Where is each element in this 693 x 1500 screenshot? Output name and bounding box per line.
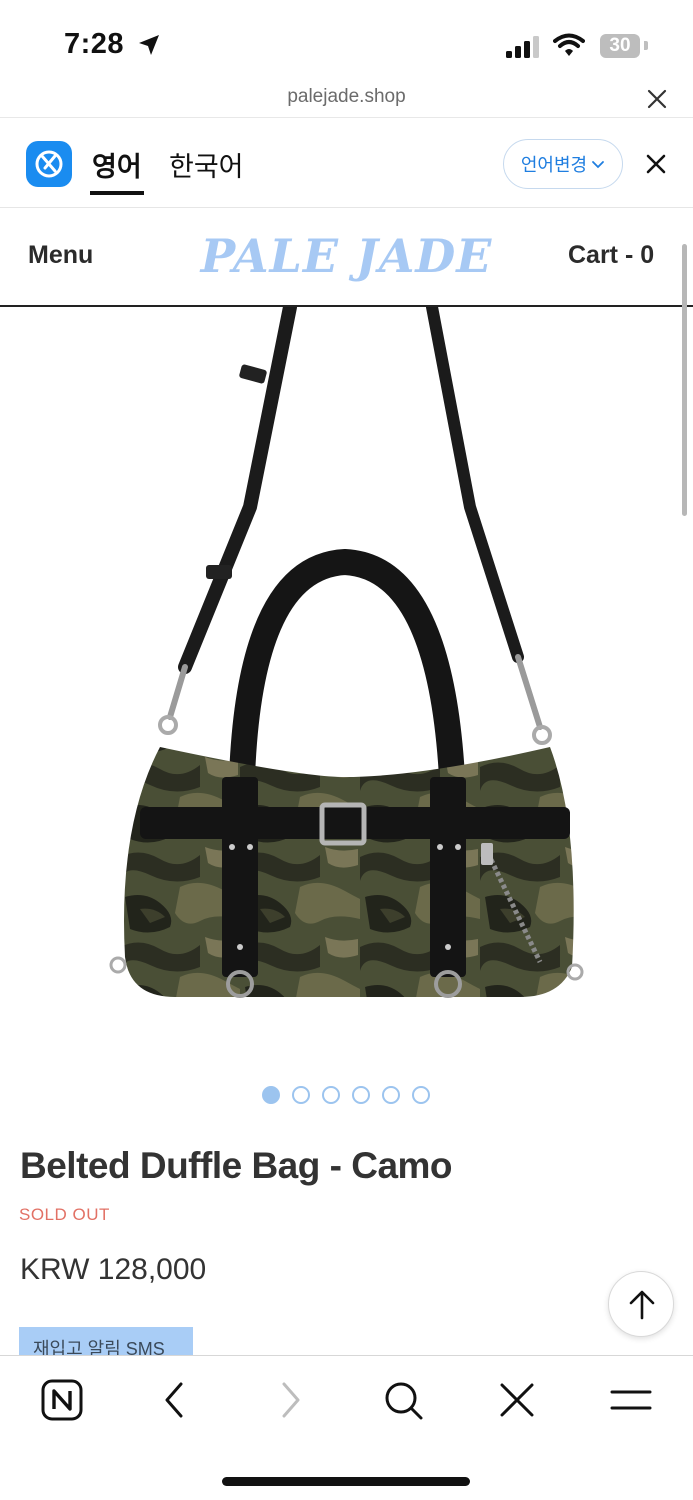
site-header: Menu PALE JADE Cart - 0 <box>0 209 693 307</box>
chevron-down-icon <box>592 161 605 169</box>
carousel-dots <box>262 1086 430 1104</box>
search-icon[interactable] <box>381 1378 425 1422</box>
home-indicator <box>222 1477 470 1486</box>
battery-level: 30 <box>600 34 640 58</box>
close-icon[interactable] <box>646 88 668 110</box>
status-time: 7:28 <box>64 28 125 60</box>
cart-button[interactable]: Cart - 0 <box>568 241 654 270</box>
location-arrow-icon <box>139 35 159 55</box>
restock-sms-label: 재입고 알림 SMS <box>33 1339 165 1355</box>
carousel-dot[interactable] <box>352 1086 370 1104</box>
carousel-dot[interactable] <box>382 1086 400 1104</box>
translate-bar: 영어 한국어 언어변경 <box>0 119 693 208</box>
menu-icon[interactable] <box>609 1378 653 1422</box>
browser-toolbar <box>0 1355 693 1500</box>
tab-active-indicator <box>90 191 144 195</box>
site-logo[interactable]: PALE JADE <box>200 229 493 283</box>
carousel-dot[interactable] <box>322 1086 340 1104</box>
restock-sms-button[interactable]: 재입고 알림 SMS <box>19 1327 193 1355</box>
back-icon[interactable] <box>153 1378 197 1422</box>
change-language-label: 언어변경 <box>520 155 588 175</box>
carousel-dot[interactable] <box>292 1086 310 1104</box>
menu-button[interactable]: Menu <box>28 241 93 270</box>
arrow-up-icon <box>629 1290 655 1320</box>
carousel-dot[interactable] <box>262 1086 280 1104</box>
carousel-dot[interactable] <box>412 1086 430 1104</box>
status-bar: 7:28 30 <box>0 0 693 90</box>
product-price: KRW 128,000 <box>20 1253 207 1286</box>
tab-english[interactable]: 영어 <box>92 145 142 184</box>
product-title: Belted Duffle Bag - Camo <box>20 1145 453 1186</box>
naver-n-icon[interactable] <box>40 1378 84 1422</box>
battery-icon: 30 <box>596 33 648 59</box>
product-image[interactable] <box>0 307 693 1047</box>
close-icon[interactable] <box>645 153 667 175</box>
scroll-to-top-button[interactable] <box>608 1271 674 1337</box>
wifi-icon <box>553 33 585 56</box>
tab-korean[interactable]: 한국어 <box>169 145 244 184</box>
url-text[interactable]: palejade.shop <box>0 86 693 108</box>
forward-icon[interactable] <box>268 1378 312 1422</box>
browser-url-bar[interactable]: palejade.shop <box>0 80 693 118</box>
stock-status: SOLD OUT <box>19 1205 110 1224</box>
papago-logo-icon[interactable] <box>26 141 72 187</box>
signal-icon <box>506 36 539 58</box>
close-icon[interactable] <box>495 1378 539 1422</box>
change-language-button[interactable]: 언어변경 <box>503 139 623 189</box>
